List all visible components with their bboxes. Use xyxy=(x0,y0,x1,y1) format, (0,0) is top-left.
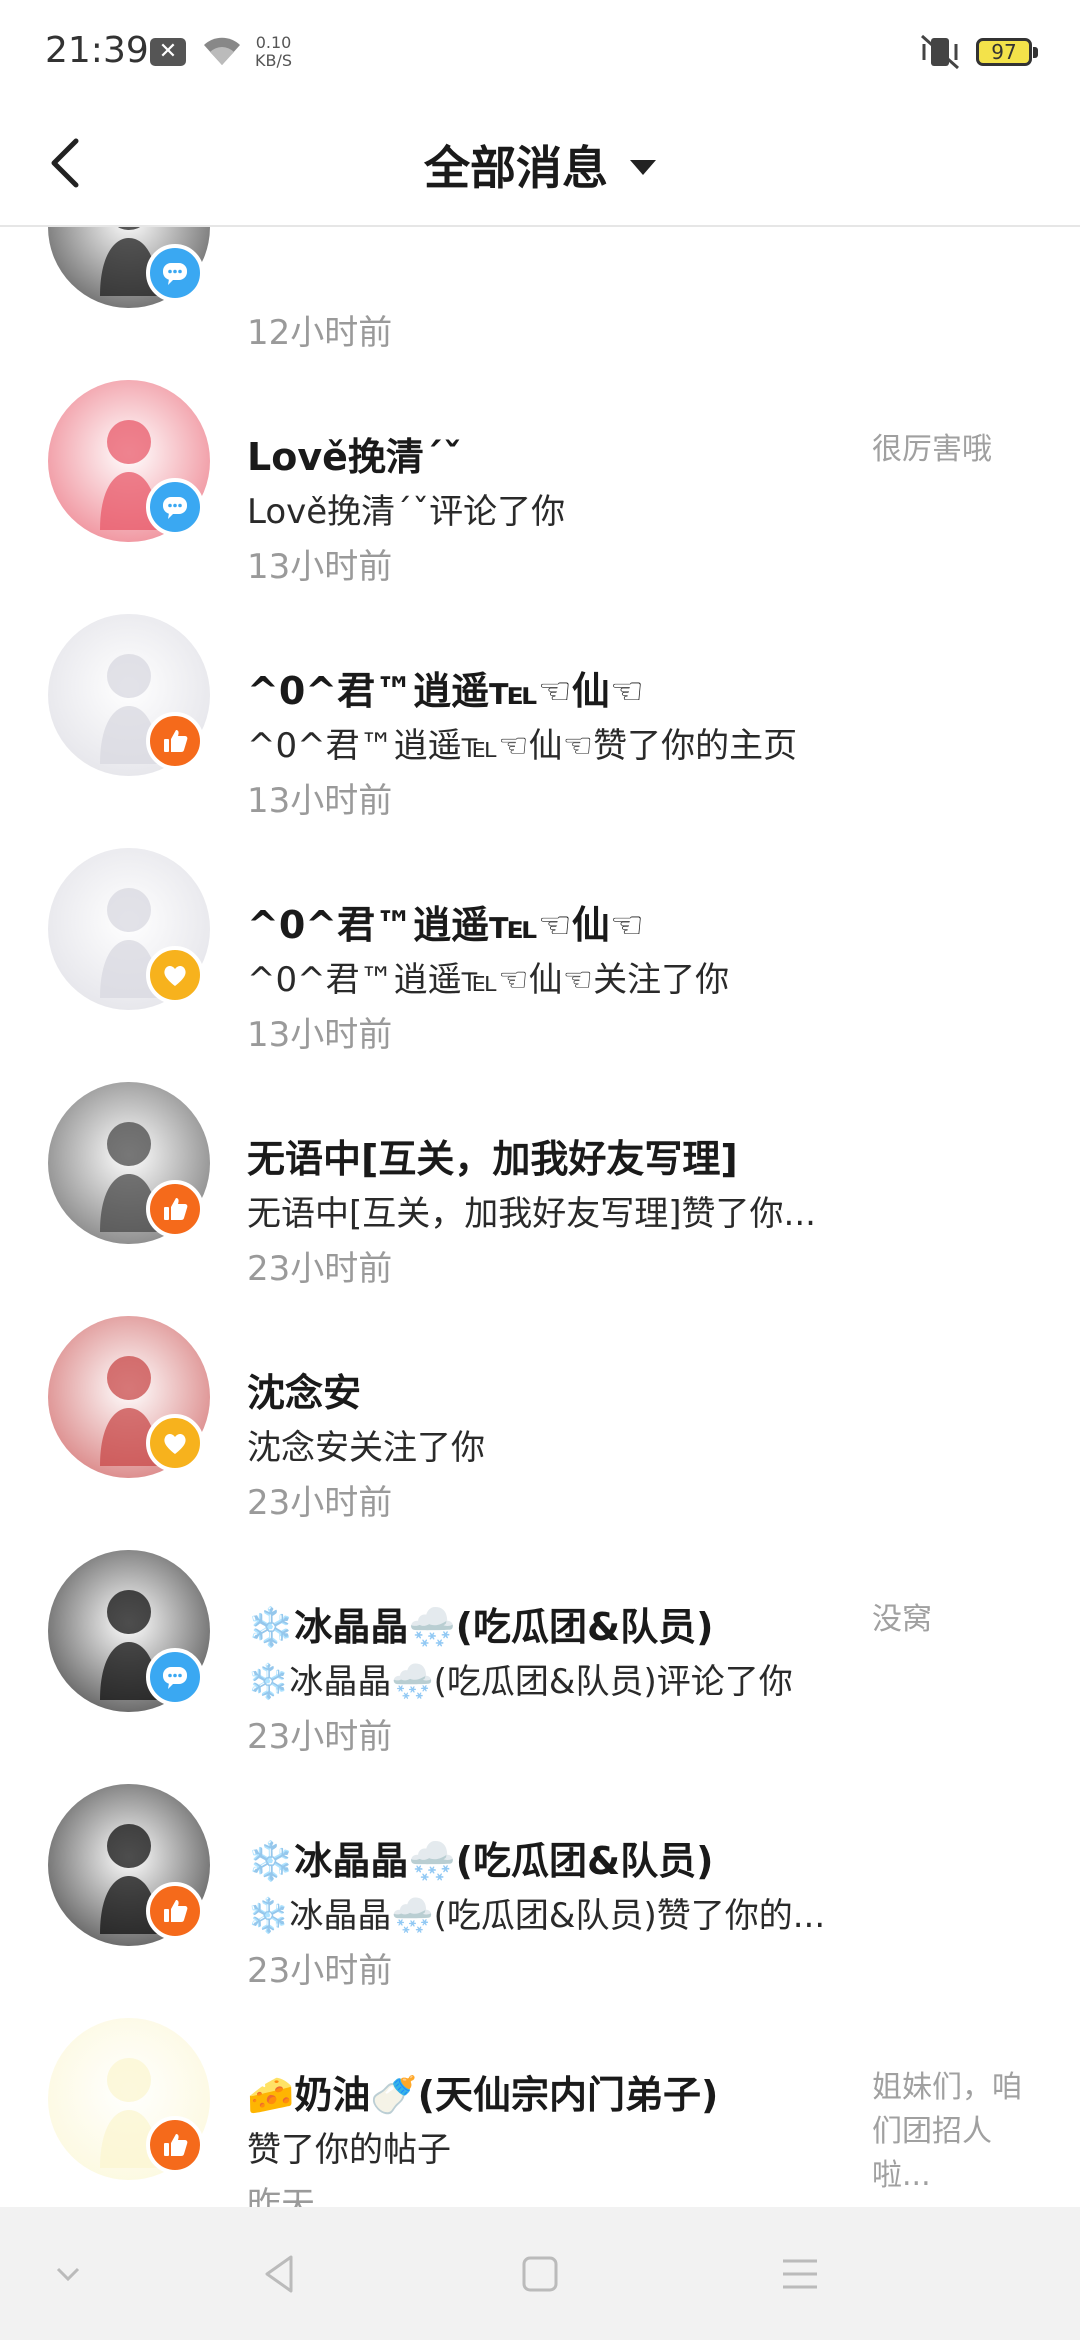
sender-name[interactable]: Lově挽清ˊˇ xyxy=(247,426,462,481)
back-triangle-icon xyxy=(265,2255,293,2292)
system-nav-bar xyxy=(0,2207,1080,2340)
message-text: ❄️冰晶晶🌨️(吃瓜团&队员)评论了你 xyxy=(247,1662,793,1702)
comment-icon xyxy=(146,244,204,302)
message-text: ❄️冰晶晶🌨️(吃瓜团&队员)赞了你的... xyxy=(247,1896,826,1936)
x-notification-icon: ✕ xyxy=(150,38,186,66)
heart-icon xyxy=(146,946,204,1004)
thumbs-up-icon xyxy=(146,2116,204,2174)
message-text: Lově挽清ˊˇ评论了你 xyxy=(247,492,566,532)
nav-home-button[interactable] xyxy=(480,2207,600,2340)
message-item[interactable]: 无语中[互关，加我好友写理] 无语中[互关，加我好友写理]赞了你... 23小时前 xyxy=(0,1034,1080,1289)
vibrate-off-icon xyxy=(918,32,962,76)
message-item[interactable]: Lově挽清ˊˇ Lově挽清ˊˇ评论了你 13小时前 很厉害哦 xyxy=(0,332,1080,587)
sender-name[interactable]: ^0^君™逍遥℡☜仙☜ xyxy=(247,660,644,715)
message-text: 赞了你的帖子 xyxy=(247,2130,451,2170)
page-title: 全部消息 xyxy=(424,141,608,195)
message-item[interactable]: ^0^君™逍遥℡☜仙☜ ^0^君™逍遥℡☜仙☜赞了你的主页 13小时前 xyxy=(0,566,1080,821)
sender-name[interactable]: 无语中[互关，加我好友写理] xyxy=(247,1128,738,1183)
message-list[interactable]: 12小时前 Lově挽清ˊˇ Lově挽清ˊˇ评论了你 13小时前 很厉害哦 ^0^君™逍… xyxy=(0,227,1080,2207)
comment-preview: 很厉害哦 xyxy=(872,432,992,467)
message-item[interactable]: ❄️冰晶晶🌨️(吃瓜团&队员) ❄️冰晶晶🌨️(吃瓜团&队员)评论了你 23小时前没… xyxy=(0,1502,1080,1757)
comment-preview: 没窝 xyxy=(872,1602,932,1637)
message-item[interactable]: 🧀奶油🍼(天仙宗内门弟子) 赞了你的帖子昨天 姐妹们，咱们团招人啦... xyxy=(0,1970,1080,2207)
net-speed-value: 0.10 xyxy=(255,33,292,52)
message-item[interactable]: 沈念安 沈念安关注了你 23小时前 xyxy=(0,1268,1080,1523)
heart-icon xyxy=(146,1414,204,1472)
message-time: 昨天 xyxy=(247,2185,315,2207)
home-square-icon xyxy=(522,2256,558,2291)
thumbs-up-icon xyxy=(146,1882,204,1940)
comment-icon xyxy=(146,1648,204,1706)
title-dropdown[interactable]: 全部消息 xyxy=(0,105,1080,225)
battery-icon: 97 xyxy=(976,38,1038,66)
menu-lines-icon xyxy=(783,2259,817,2288)
sender-name[interactable]: 🧀奶油🍼(天仙宗内门弟子) xyxy=(247,2064,718,2119)
nav-menu-button[interactable] xyxy=(740,2207,860,2340)
message-text: 沈念安关注了你 xyxy=(247,1428,485,1468)
chevron-down-icon xyxy=(56,2267,80,2281)
status-time: 21:39 xyxy=(45,30,149,71)
message-item[interactable]: ❄️冰晶晶🌨️(吃瓜团&队员) ❄️冰晶晶🌨️(吃瓜团&队员)赞了你的... 23小… xyxy=(0,1736,1080,1991)
message-text: 无语中[互关，加我好友写理]赞了你... xyxy=(247,1194,816,1234)
header: 全部消息 xyxy=(0,105,1080,227)
net-speed-unit: KB/S xyxy=(255,51,293,70)
message-text: ^0^君™逍遥℡☜仙☜赞了你的主页 xyxy=(247,726,798,766)
sender-name[interactable]: ❄️冰晶晶🌨️(吃瓜团&队员) xyxy=(247,1830,714,1885)
message-item[interactable]: ^0^君™逍遥℡☜仙☜ ^0^君™逍遥℡☜仙☜关注了你 13小时前 xyxy=(0,800,1080,1055)
wifi-icon xyxy=(200,32,244,72)
back-button[interactable] xyxy=(40,123,100,203)
sender-name[interactable]: 沈念安 xyxy=(247,1362,361,1417)
caret-down-icon xyxy=(630,159,656,175)
comment-icon xyxy=(146,478,204,536)
message-text: ^0^君™逍遥℡☜仙☜关注了你 xyxy=(247,960,730,1000)
sender-name[interactable]: ❄️冰晶晶🌨️(吃瓜团&队员) xyxy=(247,1596,714,1651)
sender-name[interactable]: ^0^君™逍遥℡☜仙☜ xyxy=(247,894,644,949)
thumbs-up-icon xyxy=(146,1180,204,1238)
thumbs-up-icon xyxy=(146,712,204,770)
message-item[interactable]: 12小时前 xyxy=(0,227,1080,353)
status-bar: 21:39 ✕ 0.10 KB/S 97 xyxy=(0,0,1080,105)
net-speed: 0.10 KB/S xyxy=(255,34,292,70)
back-arrow-icon xyxy=(51,138,79,188)
nav-collapse-button[interactable] xyxy=(8,2207,128,2340)
nav-back-button[interactable] xyxy=(220,2207,340,2340)
comment-preview: 姐妹们，咱们团招人啦... xyxy=(872,2070,1022,2193)
